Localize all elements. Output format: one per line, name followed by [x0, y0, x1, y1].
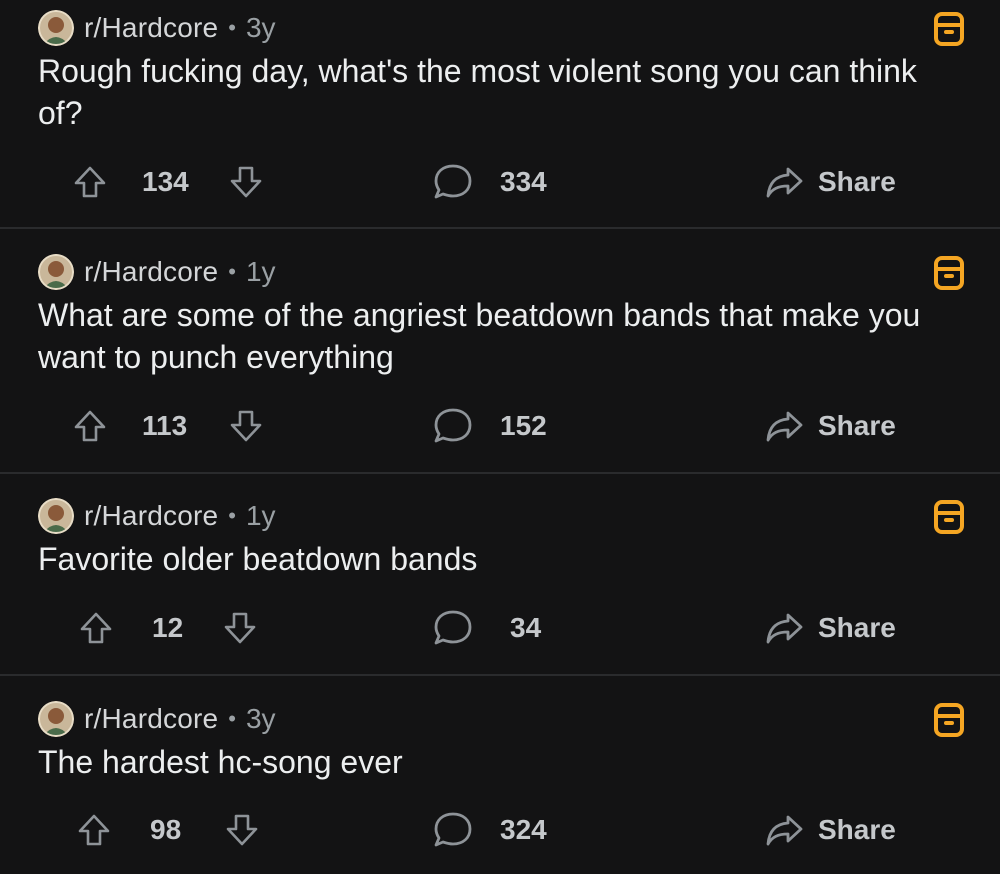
saved-bookmark-icon[interactable] — [934, 12, 964, 46]
upvote-button[interactable] — [76, 805, 112, 855]
downvote-button[interactable] — [228, 401, 264, 451]
comments-button[interactable]: 324 — [432, 805, 547, 855]
upvote-arrow-icon — [78, 814, 110, 846]
post-age: 3y — [245, 12, 276, 43]
comments-button[interactable]: 34 — [432, 603, 541, 653]
saved-bookmark-icon[interactable] — [934, 256, 964, 290]
post-card[interactable]: r/Hardcore • 1y Favorite older beatdown … — [0, 488, 1000, 674]
post-actions: 12 34 Share — [0, 603, 1000, 653]
post-age: 3y — [245, 703, 276, 734]
share-arrow-icon — [766, 411, 803, 442]
upvote-arrow-icon — [74, 166, 106, 198]
share-arrow-icon — [766, 167, 803, 198]
share-button[interactable]: Share — [764, 157, 896, 207]
subreddit-name[interactable]: r/Hardcore — [84, 12, 218, 44]
subreddit-avatar-icon[interactable] — [38, 498, 74, 534]
meta-separator: • — [228, 503, 236, 528]
post-header: r/Hardcore • 3y — [38, 699, 276, 739]
share-label: Share — [818, 612, 896, 643]
share-label: Share — [818, 410, 896, 441]
post-divider — [0, 674, 1000, 676]
upvote-button[interactable] — [72, 157, 108, 207]
upvote-button[interactable] — [72, 401, 108, 451]
post-title[interactable]: Rough fucking day, what's the most viole… — [38, 50, 968, 134]
subreddit-name[interactable]: r/Hardcore — [84, 256, 218, 288]
downvote-arrow-icon — [224, 612, 256, 644]
upvote-arrow-icon — [74, 410, 106, 442]
share-button[interactable]: Share — [764, 805, 896, 855]
subreddit-name[interactable]: r/Hardcore — [84, 703, 218, 735]
post-title[interactable]: Favorite older beatdown bands — [38, 538, 968, 580]
comment-count: 34 — [510, 612, 542, 643]
post-actions: 98 324 Share — [0, 805, 1000, 855]
post-header: r/Hardcore • 1y — [38, 252, 276, 292]
comment-count: 152 — [500, 410, 547, 441]
share-label: Share — [818, 166, 896, 197]
downvote-arrow-icon — [226, 814, 258, 846]
post-title[interactable]: What are some of the angriest beatdown b… — [38, 294, 968, 378]
comment-bubble-icon — [434, 812, 472, 847]
comment-bubble-icon — [434, 164, 472, 199]
post-actions: 113 152 Share — [0, 401, 1000, 451]
subreddit-avatar-icon[interactable] — [38, 10, 74, 46]
post-age: 1y — [245, 500, 276, 531]
meta-separator: • — [228, 15, 236, 40]
post-age: 1y — [245, 256, 276, 287]
post-card[interactable]: r/Hardcore • 1y What are some of the ang… — [0, 244, 1000, 472]
comment-count: 334 — [500, 166, 547, 197]
post-header: r/Hardcore • 1y — [38, 496, 276, 536]
vote-count: 134 — [142, 166, 189, 197]
comment-bubble-icon — [434, 408, 472, 443]
share-arrow-icon — [766, 815, 803, 846]
post-title[interactable]: The hardest hc-song ever — [38, 741, 968, 783]
downvote-button[interactable] — [228, 157, 264, 207]
post-divider — [0, 227, 1000, 229]
subreddit-avatar-icon[interactable] — [38, 701, 74, 737]
post-feed: r/Hardcore • 3y Rough fucking day, what'… — [0, 0, 1000, 874]
downvote-arrow-icon — [230, 410, 262, 442]
share-button[interactable]: Share — [764, 401, 896, 451]
downvote-arrow-icon — [230, 166, 262, 198]
post-card[interactable]: r/Hardcore • 3y The hardest hc-song ever… — [0, 691, 1000, 874]
downvote-button[interactable] — [222, 603, 258, 653]
comments-button[interactable]: 152 — [432, 401, 547, 451]
upvote-arrow-icon — [80, 612, 112, 644]
saved-bookmark-icon[interactable] — [934, 500, 964, 534]
comment-bubble-icon — [434, 610, 472, 645]
upvote-button[interactable] — [78, 603, 114, 653]
post-card[interactable]: r/Hardcore • 3y Rough fucking day, what'… — [0, 0, 1000, 228]
subreddit-name[interactable]: r/Hardcore — [84, 500, 218, 532]
meta-separator: • — [228, 259, 236, 284]
vote-count: 12 — [152, 612, 184, 643]
comment-count: 324 — [500, 814, 547, 845]
downvote-button[interactable] — [224, 805, 260, 855]
comments-button[interactable]: 334 — [432, 157, 547, 207]
saved-bookmark-icon[interactable] — [934, 703, 964, 737]
subreddit-avatar-icon[interactable] — [38, 254, 74, 290]
share-label: Share — [818, 814, 896, 845]
share-button[interactable]: Share — [764, 603, 896, 653]
vote-count: 113 — [142, 410, 188, 441]
share-arrow-icon — [766, 613, 803, 644]
vote-count: 98 — [150, 814, 182, 845]
meta-separator: • — [228, 706, 236, 731]
post-actions: 134 334 Share — [0, 157, 1000, 207]
post-divider — [0, 472, 1000, 474]
post-header: r/Hardcore • 3y — [38, 8, 276, 48]
